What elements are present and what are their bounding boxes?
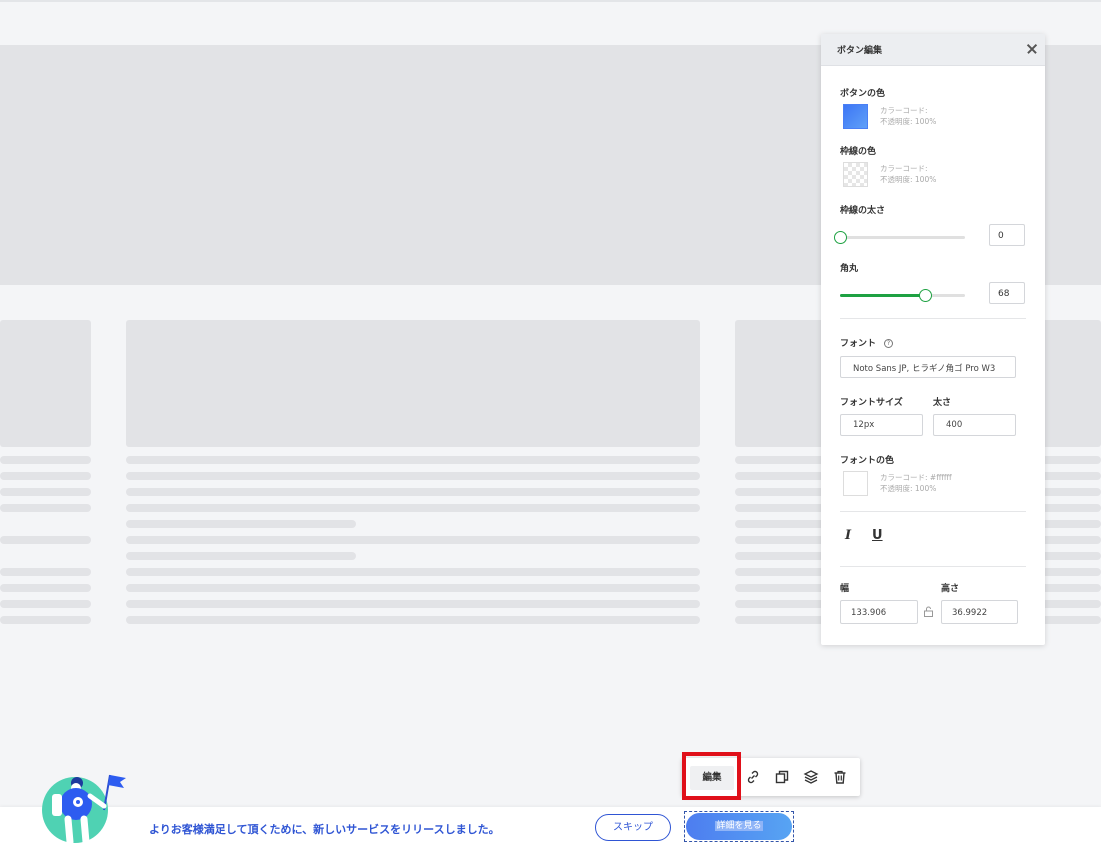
text-line-placeholder bbox=[0, 456, 91, 464]
border-color-meta: カラーコード: 不透明度: 100% bbox=[880, 163, 936, 185]
border-width-input[interactable]: 0 bbox=[989, 224, 1025, 246]
font-weight-input[interactable]: 400 bbox=[933, 414, 1016, 436]
font-color-label: フォントの色 bbox=[840, 456, 895, 466]
divider bbox=[840, 511, 1026, 512]
text-line-placeholder bbox=[126, 472, 700, 480]
text-line-placeholder bbox=[126, 600, 700, 608]
text-line-placeholder bbox=[0, 536, 91, 544]
corner-radius-input[interactable]: 68 bbox=[989, 282, 1025, 304]
skip-button[interactable]: スキップ bbox=[595, 814, 671, 841]
help-icon[interactable]: ? bbox=[884, 339, 893, 348]
duplicate-icon[interactable] bbox=[774, 769, 790, 785]
color-code-label: カラーコード: bbox=[880, 106, 928, 115]
text-line-placeholder bbox=[126, 536, 700, 544]
border-color-label: 枠線の色 bbox=[840, 147, 877, 157]
text-line-placeholder bbox=[126, 520, 356, 528]
divider bbox=[840, 318, 1026, 319]
divider bbox=[840, 566, 1026, 567]
view-details-button[interactable]: 詳細を見る bbox=[686, 813, 792, 840]
color-code-label: カラーコード: bbox=[880, 164, 928, 173]
panel-header: ボタン編集 bbox=[821, 34, 1045, 66]
text-line-placeholder bbox=[0, 600, 91, 608]
close-icon[interactable] bbox=[1024, 41, 1040, 57]
trash-icon[interactable] bbox=[832, 769, 848, 785]
corner-radius-label: 角丸 bbox=[840, 264, 859, 274]
opacity-label: 不透明度: 100% bbox=[880, 117, 937, 126]
opacity-label: 不透明度: 100% bbox=[880, 175, 937, 184]
font-color-meta: カラーコード: #ffffff 不透明度: 100% bbox=[880, 472, 952, 494]
font-color-swatch[interactable] bbox=[843, 471, 868, 496]
text-line-placeholder bbox=[0, 568, 91, 576]
color-code-label: カラーコード: #ffffff bbox=[880, 473, 952, 482]
width-label: 幅 bbox=[840, 584, 850, 594]
height-label: 高さ bbox=[941, 584, 960, 594]
underline-icon[interactable]: U bbox=[872, 528, 883, 543]
text-line-placeholder bbox=[0, 584, 91, 592]
italic-icon[interactable]: I bbox=[845, 528, 851, 543]
text-line-placeholder bbox=[0, 616, 91, 624]
border-width-label: 枠線の太さ bbox=[840, 206, 886, 216]
width-input[interactable]: 133.906 bbox=[840, 600, 918, 624]
font-weight-label: 太さ bbox=[933, 398, 952, 408]
font-family-input[interactable]: Noto Sans JP, ヒラギノ角ゴ Pro W3 bbox=[840, 356, 1016, 378]
text-line-placeholder bbox=[126, 488, 700, 496]
button-color-meta: カラーコード: 不透明度: 100% bbox=[880, 105, 936, 127]
text-line-placeholder bbox=[0, 472, 91, 480]
card-image-placeholder bbox=[0, 320, 91, 447]
opacity-label: 不透明度: 100% bbox=[880, 484, 937, 493]
mascot-illustration-icon bbox=[42, 774, 126, 846]
text-line-placeholder bbox=[126, 584, 700, 592]
border-color-swatch[interactable] bbox=[843, 162, 868, 187]
text-line-placeholder bbox=[126, 568, 700, 576]
button-color-label: ボタンの色 bbox=[840, 89, 886, 99]
font-size-label: フォントサイズ bbox=[840, 398, 903, 408]
font-size-input[interactable]: 12px bbox=[840, 414, 923, 436]
card-image-placeholder bbox=[126, 320, 700, 447]
panel-title: ボタン編集 bbox=[837, 46, 883, 56]
text-line-placeholder bbox=[126, 552, 356, 560]
view-details-label: 詳細を見る bbox=[715, 821, 763, 831]
corner-radius-slider-handle[interactable] bbox=[919, 289, 932, 302]
corner-radius-slider-fill bbox=[840, 294, 925, 297]
layers-icon[interactable] bbox=[803, 769, 819, 785]
border-width-slider-track[interactable] bbox=[840, 236, 965, 239]
border-width-slider-handle[interactable] bbox=[834, 231, 847, 244]
font-label: フォント bbox=[840, 339, 877, 349]
text-line-placeholder bbox=[0, 504, 91, 512]
button-color-swatch[interactable] bbox=[843, 104, 868, 129]
link-icon[interactable] bbox=[745, 769, 761, 785]
text-line-placeholder bbox=[0, 488, 91, 496]
highlight-box bbox=[682, 752, 741, 800]
top-bar bbox=[0, 0, 1101, 2]
lock-icon[interactable] bbox=[923, 606, 934, 617]
banner-message: よりお客様満足して頂くために、新しいサービスをリリースしました。 bbox=[149, 823, 500, 836]
button-edit-panel: ボタン編集 ボタンの色 カラーコード: 不透明度: 100% 枠線の色 カラーコ… bbox=[821, 34, 1045, 645]
text-line-placeholder bbox=[126, 616, 700, 624]
text-line-placeholder bbox=[126, 456, 700, 464]
height-input[interactable]: 36.9922 bbox=[941, 600, 1018, 624]
text-line-placeholder bbox=[126, 504, 700, 512]
